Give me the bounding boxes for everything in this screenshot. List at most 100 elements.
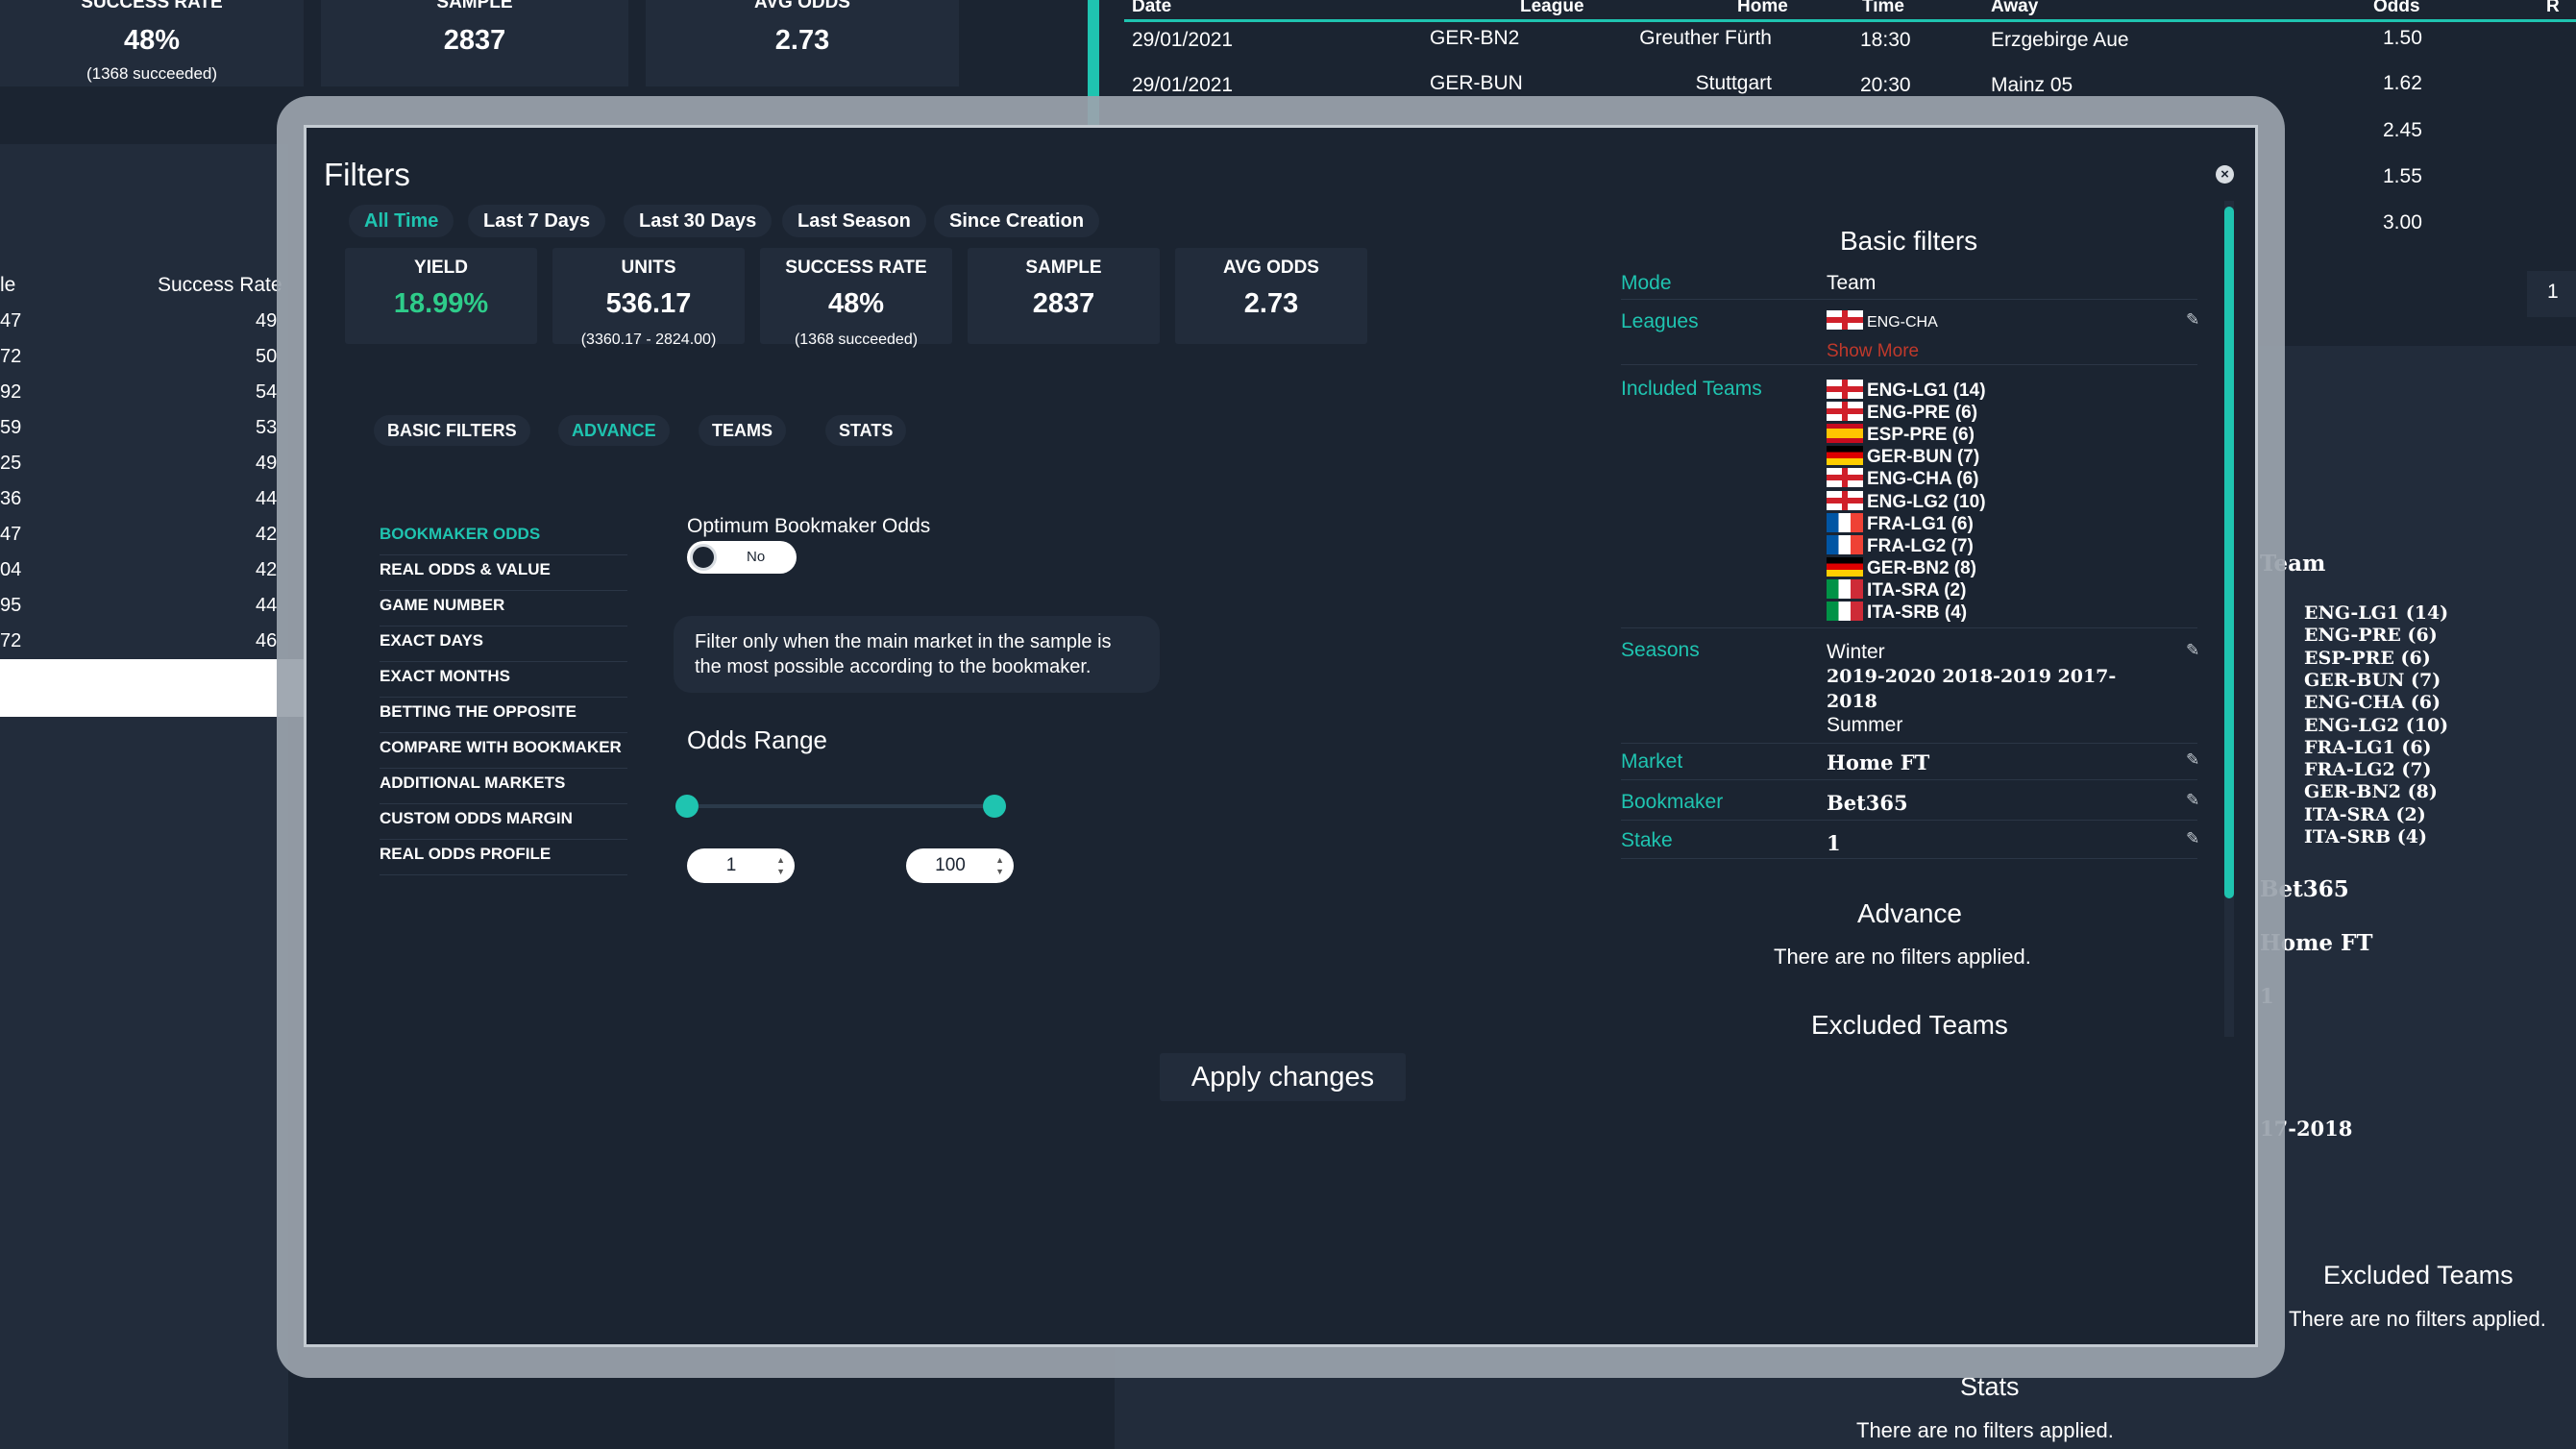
advance-menu-compare-bookmaker[interactable]: COMPARE WITH BOOKMAKER: [380, 733, 627, 769]
separator: [1621, 627, 2197, 628]
seasons-line4: Summer: [1827, 714, 1903, 736]
pencil-icon[interactable]: ✎: [2186, 791, 2199, 810]
tab-stats[interactable]: STATS: [825, 415, 907, 446]
bg-right-team: ENG-LG1 (14): [2304, 602, 2449, 624]
bg-left-cell-a: 92: [0, 381, 22, 403]
bg-left-cell-a: 72: [0, 630, 22, 651]
period-all-time[interactable]: All Time: [349, 205, 454, 237]
seasons-label: Seasons: [1621, 639, 1700, 661]
bg-extra-odds-value: 3.00: [2383, 211, 2422, 233]
advance-menu-real-odds-profile[interactable]: REAL ODDS PROFILE: [380, 840, 627, 875]
bg-match-away: Erzgebirge Aue: [1991, 29, 2129, 51]
bg-left-cell-b: 42: [256, 559, 278, 580]
leagues-value: ENG-CHA: [1827, 310, 1938, 332]
toggle-text: No: [747, 549, 766, 565]
advance-menu-betting-opposite[interactable]: BETTING THE OPPOSITE: [380, 698, 627, 733]
advance-menu-game-number[interactable]: GAME NUMBER: [380, 591, 627, 626]
bg-right-team: FRA-LG1 (6): [2304, 736, 2432, 758]
odds-range-track[interactable]: [699, 804, 1006, 808]
included-team-label: ITA-SRB (4): [1867, 602, 1968, 623]
bg-selected-row: [0, 659, 304, 717]
bg-match-league: GER-BN2: [1430, 27, 1520, 49]
bg-match-odds: 1.62: [2383, 72, 2422, 94]
bookmaker-value: Bet365: [1827, 791, 1908, 815]
bg-match-header: Date: [1132, 0, 1172, 16]
bg-match-header: R: [2546, 0, 2560, 16]
bg-left-cell-b: 44: [256, 488, 278, 509]
bg-left-cell-a: 59: [0, 417, 22, 438]
included-team-label: ENG-LG2 (10): [1867, 491, 1986, 512]
fra-flag-icon: [1827, 534, 1863, 554]
pencil-icon[interactable]: ✎: [2186, 641, 2199, 660]
show-more-link[interactable]: Show More: [1827, 341, 1919, 362]
bg-right-team: ITA-SRA (2): [2304, 803, 2426, 825]
bg-left-cell-b: 44: [256, 595, 278, 616]
odds-range-max-handle[interactable]: [983, 795, 1006, 818]
bg-left-cell-b: 46: [256, 630, 278, 651]
stat-avg-odds: AVG ODDS 2.73: [1175, 248, 1367, 344]
esp-flag-icon: [1827, 424, 1863, 444]
stepper-icon[interactable]: ▲ ▼: [995, 854, 1004, 877]
included-team-item: GER-BUN (7): [1827, 446, 1979, 468]
bg-left-cell-a: 04: [0, 559, 22, 580]
stake-label: Stake: [1621, 829, 1673, 851]
bg-page-number[interactable]: 1: [2547, 281, 2559, 304]
leagues-label: Leagues: [1621, 310, 1699, 332]
bg-right-team: GER-BUN (7): [2304, 669, 2441, 691]
period-last-season[interactable]: Last Season: [782, 205, 926, 237]
advance-title: Advance: [1857, 898, 1962, 928]
bg-match-time: 18:30: [1860, 29, 1911, 51]
stepper-icon[interactable]: ▲ ▼: [776, 854, 785, 877]
fra-flag-icon: [1827, 512, 1863, 532]
odds-range-min-handle[interactable]: [675, 795, 699, 818]
bg-excluded-note: There are no filters applied.: [2289, 1307, 2546, 1331]
advance-menu-bookmaker-odds[interactable]: BOOKMAKER ODDS: [380, 520, 627, 555]
advance-menu-exact-months[interactable]: EXACT MONTHS: [380, 662, 627, 698]
apply-changes-button[interactable]: Apply changes: [1160, 1053, 1406, 1101]
pencil-icon[interactable]: ✎: [2186, 750, 2199, 770]
advance-menu-real-odds-value[interactable]: REAL ODDS & VALUE: [380, 555, 627, 591]
advance-menu-additional-markets[interactable]: ADDITIONAL MARKETS: [380, 769, 627, 804]
pencil-icon[interactable]: ✎: [2186, 310, 2199, 330]
included-team-label: FRA-LG2 (7): [1867, 535, 1974, 556]
bg-left-col-a: le: [0, 274, 16, 296]
bg-match-date: 29/01/2021: [1132, 74, 1234, 96]
bg-left-table-panel: [0, 144, 288, 1449]
included-team-label: ESP-PRE (6): [1867, 425, 1975, 446]
tab-basic-filters[interactable]: BASIC FILTERS: [374, 415, 530, 446]
bg-stat-avg-odds: AVG ODDS 2.73: [646, 0, 959, 86]
market-value: Home FT: [1827, 750, 1930, 774]
included-team-label: ENG-CHA (6): [1867, 469, 1979, 490]
bg-stat-success-rate: SUCCESS RATE 48% (1368 succeeded): [0, 0, 304, 86]
optimum-note: Filter only when the main market in the …: [674, 616, 1160, 693]
included-teams-label: Included Teams: [1621, 378, 1762, 400]
seasons-line3: 2018: [1827, 691, 1877, 712]
pencil-icon[interactable]: ✎: [2186, 829, 2199, 848]
close-icon[interactable]: ×: [2216, 165, 2234, 184]
optimum-toggle[interactable]: No: [687, 541, 797, 574]
period-last-30-days[interactable]: Last 30 Days: [624, 205, 773, 237]
tab-advance[interactable]: ADVANCE: [558, 415, 670, 446]
period-last-7-days[interactable]: Last 7 Days: [468, 205, 606, 237]
advance-menu-custom-odds-margin[interactable]: CUSTOM ODDS MARGIN: [380, 804, 627, 840]
odds-min-input[interactable]: 1 ▲ ▼: [687, 848, 795, 883]
market-label: Market: [1621, 750, 1683, 773]
ita-flag-icon: [1827, 578, 1863, 599]
optimum-label: Optimum Bookmaker Odds: [687, 515, 931, 537]
period-since-creation[interactable]: Since Creation: [934, 205, 1100, 237]
summary-scrollbar-thumb[interactable]: [2224, 207, 2234, 898]
eng-flag-icon: [1827, 310, 1863, 330]
odds-max-input[interactable]: 100 ▲ ▼: [906, 848, 1014, 883]
bg-left-cell-b: 42: [256, 524, 278, 545]
included-team-item: ENG-PRE (6): [1827, 402, 1977, 424]
bg-match-header: League: [1520, 0, 1584, 16]
bg-right-team: ITA-SRB (4): [2304, 826, 2427, 847]
tab-teams[interactable]: TEAMS: [699, 415, 786, 446]
separator: [1621, 858, 2197, 859]
advance-menu-exact-days[interactable]: EXACT DAYS: [380, 626, 627, 662]
included-team-item: GER-BN2 (8): [1827, 556, 1976, 579]
separator: [1621, 779, 2197, 780]
bg-match-odds: 1.50: [2383, 27, 2422, 49]
stat-success-rate: SUCCESS RATE 48% (1368 succeeded): [760, 248, 952, 348]
bg-left-cell-a: 95: [0, 595, 22, 616]
